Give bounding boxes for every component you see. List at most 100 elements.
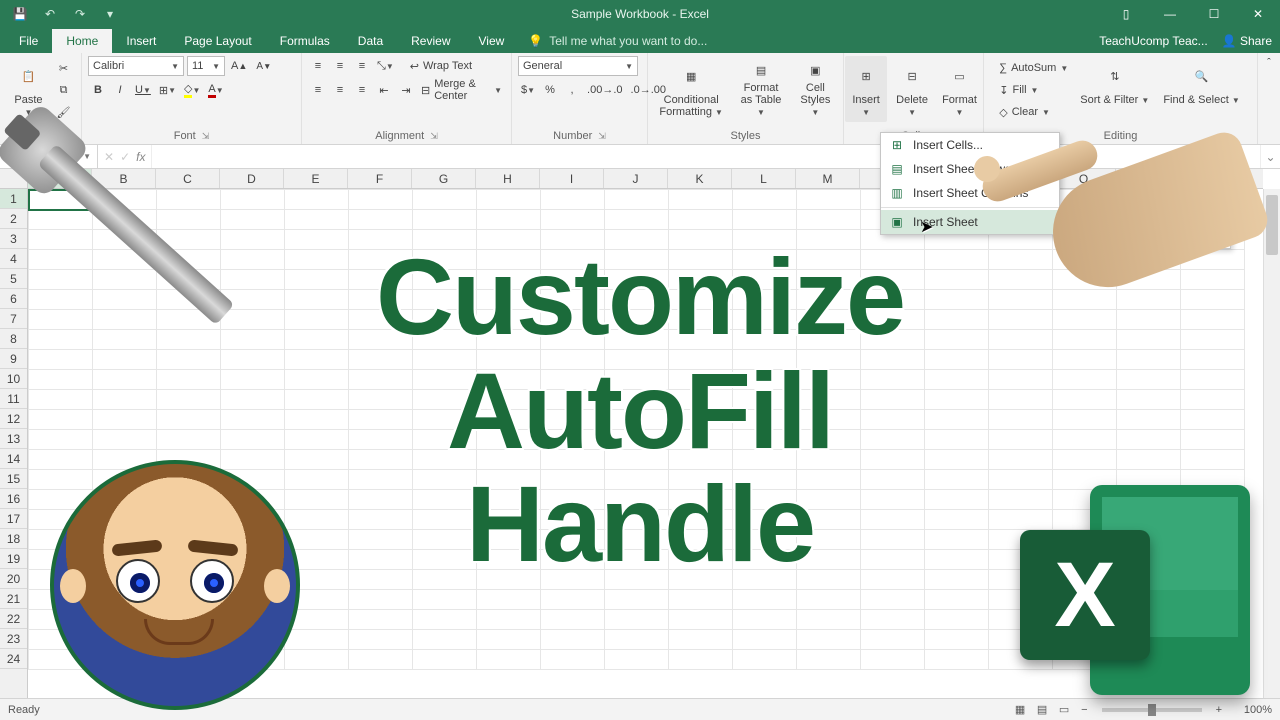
cell-R13[interactable] [1117, 430, 1181, 450]
cell-J2[interactable] [605, 210, 669, 230]
cell-E10[interactable] [285, 370, 349, 390]
cell-L2[interactable] [733, 210, 797, 230]
row-header-16[interactable]: 16 [0, 489, 27, 509]
number-format-select[interactable]: General▼ [518, 56, 638, 76]
alignment-launcher-icon[interactable]: ⇲ [430, 131, 438, 142]
cell-D10[interactable] [221, 370, 285, 390]
cell-O18[interactable] [925, 530, 989, 550]
insert-cells-button[interactable]: ⊞ Insert▼ [845, 56, 887, 122]
cell-I2[interactable] [541, 210, 605, 230]
cell-J1[interactable] [605, 190, 669, 210]
cell-O14[interactable] [925, 450, 989, 470]
cell-G23[interactable] [413, 630, 477, 650]
cell-E12[interactable] [285, 410, 349, 430]
accounting-format-button[interactable]: $▼ [518, 80, 538, 100]
cell-J24[interactable] [605, 650, 669, 670]
cell-P11[interactable] [989, 390, 1053, 410]
cell-O12[interactable] [925, 410, 989, 430]
cell-I22[interactable] [541, 610, 605, 630]
cell-G2[interactable] [413, 210, 477, 230]
cell-G24[interactable] [413, 650, 477, 670]
align-right-icon[interactable]: ≡ [352, 80, 372, 100]
delete-cells-button[interactable]: ⊟ Delete▼ [891, 56, 933, 122]
row-header-23[interactable]: 23 [0, 629, 27, 649]
cell-E11[interactable] [285, 390, 349, 410]
cell-O22[interactable] [925, 610, 989, 630]
cell-M23[interactable] [797, 630, 861, 650]
decrease-indent-icon[interactable]: ⇤ [374, 80, 394, 100]
cell-A12[interactable] [29, 410, 93, 430]
cell-O15[interactable] [925, 470, 989, 490]
increase-font-icon[interactable]: A▲ [228, 56, 250, 76]
redo-icon[interactable]: ↷ [68, 3, 92, 25]
tab-file[interactable]: File [5, 29, 52, 53]
cell-N23[interactable] [861, 630, 925, 650]
cell-O5[interactable] [925, 270, 989, 290]
row-header-21[interactable]: 21 [0, 589, 27, 609]
cell-O19[interactable] [925, 550, 989, 570]
cell-A13[interactable] [29, 430, 93, 450]
account-name[interactable]: TeachUcomp Teac... [1099, 34, 1208, 48]
cell-L21[interactable] [733, 590, 797, 610]
expand-formula-bar-icon[interactable]: ⌄ [1260, 145, 1280, 168]
column-header-G[interactable]: G [412, 169, 476, 188]
cell-E13[interactable] [285, 430, 349, 450]
cell-P7[interactable] [989, 310, 1053, 330]
cell-P14[interactable] [989, 450, 1053, 470]
align-top-icon[interactable]: ≡ [308, 56, 328, 76]
cell-R8[interactable] [1117, 330, 1181, 350]
row-header-12[interactable]: 12 [0, 409, 27, 429]
cell-O6[interactable] [925, 290, 989, 310]
cell-A14[interactable] [29, 450, 93, 470]
cell-M22[interactable] [797, 610, 861, 630]
cell-K1[interactable] [669, 190, 733, 210]
minimize-icon[interactable]: — [1148, 0, 1192, 28]
share-button[interactable]: 👤 Share [1222, 34, 1272, 48]
cell-F24[interactable] [349, 650, 413, 670]
cell-G1[interactable] [413, 190, 477, 210]
maximize-icon[interactable]: ☐ [1192, 0, 1236, 28]
cell-D13[interactable] [221, 430, 285, 450]
cell-A15[interactable] [29, 470, 93, 490]
cell-P9[interactable] [989, 350, 1053, 370]
cell-P5[interactable] [989, 270, 1053, 290]
cell-O4[interactable] [925, 250, 989, 270]
cell-H21[interactable] [477, 590, 541, 610]
cell-R9[interactable] [1117, 350, 1181, 370]
column-header-H[interactable]: H [476, 169, 540, 188]
align-center-icon[interactable]: ≡ [330, 80, 350, 100]
format-as-table-button[interactable]: ▤ Format as Table ▼ [732, 56, 789, 122]
cell-J22[interactable] [605, 610, 669, 630]
comma-format-button[interactable]: , [562, 80, 582, 100]
cell-Q10[interactable] [1053, 370, 1117, 390]
cell-E17[interactable] [285, 510, 349, 530]
cell-S10[interactable] [1181, 370, 1245, 390]
cell-Q13[interactable] [1053, 430, 1117, 450]
increase-indent-icon[interactable]: ⇥ [396, 80, 416, 100]
tab-page-layout[interactable]: Page Layout [170, 29, 265, 53]
cell-L23[interactable] [733, 630, 797, 650]
orientation-icon[interactable]: ⤡▼ [374, 56, 397, 76]
cell-S9[interactable] [1181, 350, 1245, 370]
cell-I23[interactable] [541, 630, 605, 650]
row-header-14[interactable]: 14 [0, 449, 27, 469]
cell-O8[interactable] [925, 330, 989, 350]
cell-O10[interactable] [925, 370, 989, 390]
cell-R12[interactable] [1117, 410, 1181, 430]
cell-H1[interactable] [477, 190, 541, 210]
fill-button[interactable]: ↧ Fill ▼ [996, 80, 1071, 100]
row-header-20[interactable]: 20 [0, 569, 27, 589]
tab-formulas[interactable]: Formulas [266, 29, 344, 53]
row-header-15[interactable]: 15 [0, 469, 27, 489]
cell-E16[interactable] [285, 490, 349, 510]
cell-S14[interactable] [1181, 450, 1245, 470]
column-header-I[interactable]: I [540, 169, 604, 188]
cell-O9[interactable] [925, 350, 989, 370]
row-header-11[interactable]: 11 [0, 389, 27, 409]
cell-L22[interactable] [733, 610, 797, 630]
cell-Q9[interactable] [1053, 350, 1117, 370]
cell-E23[interactable] [285, 630, 349, 650]
close-icon[interactable]: ✕ [1236, 0, 1280, 28]
wrap-text-button[interactable]: ↩ Wrap Text [407, 56, 475, 76]
cell-R11[interactable] [1117, 390, 1181, 410]
